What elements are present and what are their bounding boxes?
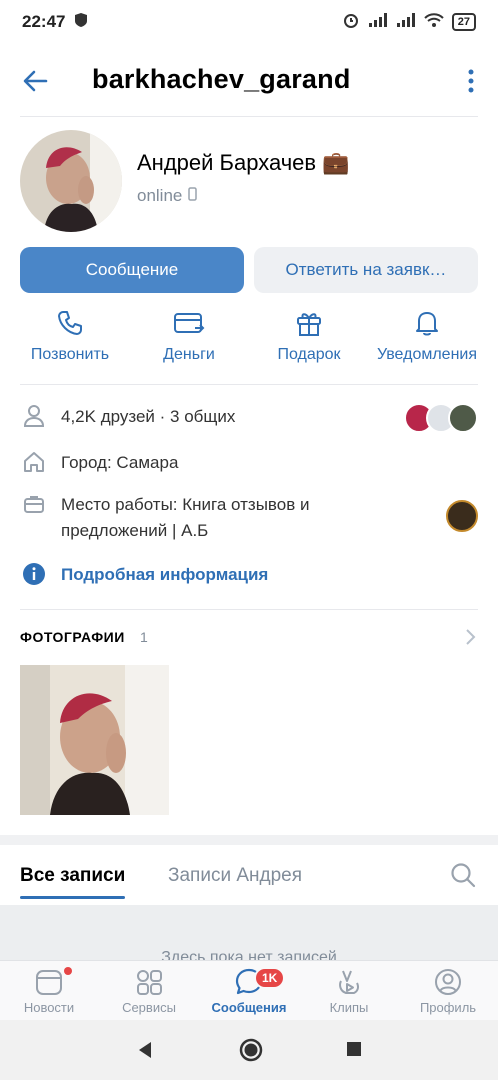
bottom-nav: Новости Сервисы 1K Сообщения Клипы Профи…	[0, 960, 498, 1020]
photos-count: 1	[140, 629, 148, 645]
photos-title[interactable]: ФОТОГРАФИИ	[20, 629, 125, 645]
system-recents-icon[interactable]	[345, 1040, 363, 1063]
city-text: Город: Самара	[61, 453, 179, 472]
briefcase-icon	[20, 492, 48, 516]
nav-clips[interactable]: Клипы	[304, 967, 394, 1015]
call-action-label: Позвонить	[30, 346, 110, 363]
nav-services-label: Сервисы	[122, 1000, 176, 1015]
phone-icon	[15, 308, 125, 338]
divider	[20, 384, 478, 385]
battery-icon: 27	[451, 13, 476, 31]
posts-tabs: Все записи Записи Андрея	[0, 845, 498, 905]
nav-news-label: Новости	[23, 1000, 75, 1015]
friends-count: 4,2K друзей · 3 общих	[61, 407, 236, 426]
clips-icon	[304, 967, 394, 997]
section-gap	[0, 835, 498, 845]
city-row: Город: Самара	[20, 450, 478, 476]
person-icon	[20, 404, 48, 428]
nav-services[interactable]: Сервисы	[104, 967, 194, 1015]
mobile-phone-icon	[188, 186, 198, 206]
nav-messages-label: Сообщения	[211, 1000, 287, 1015]
search-icon[interactable]	[450, 862, 476, 893]
gift-action-label: Подарок	[277, 346, 341, 363]
news-icon	[4, 967, 94, 997]
nav-profile-label: Профиль	[419, 1000, 477, 1015]
bell-icon	[372, 308, 482, 338]
reply-request-button[interactable]: Ответить на заявк…	[254, 247, 478, 293]
profile-name: Андрей Бархачев 💼	[137, 150, 350, 176]
notification-dot	[64, 967, 72, 975]
work-text-line1: Место работы: Книга отзывов и	[61, 495, 310, 514]
status-bar: 22:47 27	[0, 0, 498, 44]
services-icon	[104, 967, 194, 997]
work-text-line2: предложений | А.Б	[61, 521, 209, 540]
work-group-avatar[interactable]	[446, 500, 478, 532]
signal-icon	[368, 12, 388, 33]
online-status: online	[137, 186, 198, 206]
page-title: barkhachev_garand	[92, 64, 351, 94]
signal-icon	[396, 12, 416, 33]
work-row[interactable]: Место работы: Книга отзывов и предложени…	[20, 492, 478, 544]
system-nav-bar	[0, 1020, 498, 1080]
notifications-action[interactable]: Уведомления	[372, 308, 482, 364]
shield-icon	[73, 12, 89, 33]
nav-profile[interactable]: Профиль	[403, 967, 493, 1015]
call-action[interactable]: Позвонить	[15, 308, 125, 364]
mutual-friends-avatars[interactable]	[404, 403, 478, 433]
back-arrow-icon[interactable]	[20, 66, 50, 96]
info-icon	[20, 562, 48, 586]
tab-all-posts[interactable]: Все записи	[20, 865, 126, 899]
divider	[20, 116, 478, 117]
tab-user-posts[interactable]: Записи Андрея	[168, 865, 302, 887]
nav-news[interactable]: Новости	[4, 967, 94, 1015]
avatar[interactable]	[20, 130, 122, 232]
money-action[interactable]: Деньги	[134, 308, 244, 364]
profile-icon	[403, 967, 493, 997]
profile-name-text: Андрей Бархачев	[137, 150, 317, 175]
money-icon	[134, 308, 244, 338]
money-action-label: Деньги	[163, 346, 215, 363]
nav-clips-label: Клипы	[329, 1000, 369, 1015]
status-time: 22:47	[22, 12, 66, 31]
avatar	[448, 403, 478, 433]
system-back-icon[interactable]	[136, 1040, 156, 1065]
more-vertical-icon[interactable]	[466, 68, 476, 94]
briefcase-emoji-icon: 💼	[322, 150, 350, 175]
details-link: Подробная информация	[61, 565, 269, 584]
details-row[interactable]: Подробная информация	[20, 562, 478, 588]
divider	[20, 609, 478, 610]
alarm-icon	[342, 11, 360, 34]
home-icon	[20, 450, 48, 474]
notifications-action-label: Уведомления	[376, 346, 478, 363]
gift-icon	[254, 308, 364, 338]
nav-messages[interactable]: 1K Сообщения	[204, 967, 294, 1015]
online-status-text: online	[137, 186, 183, 205]
profile-header: barkhachev_garand	[0, 44, 498, 116]
work-text: Место работы: Книга отзывов и предложени…	[61, 492, 309, 544]
feed-area: Здесь пока нет записей	[0, 905, 498, 960]
system-home-icon[interactable]	[239, 1038, 263, 1067]
wifi-icon	[424, 12, 444, 33]
photo-thumbnail[interactable]	[20, 665, 169, 815]
message-button[interactable]: Сообщение	[20, 247, 244, 293]
messages-badge: 1K	[254, 967, 286, 989]
empty-feed-message: Здесь пока нет записей	[161, 949, 337, 960]
chevron-right-icon[interactable]	[464, 628, 476, 651]
gift-action[interactable]: Подарок	[254, 308, 364, 364]
